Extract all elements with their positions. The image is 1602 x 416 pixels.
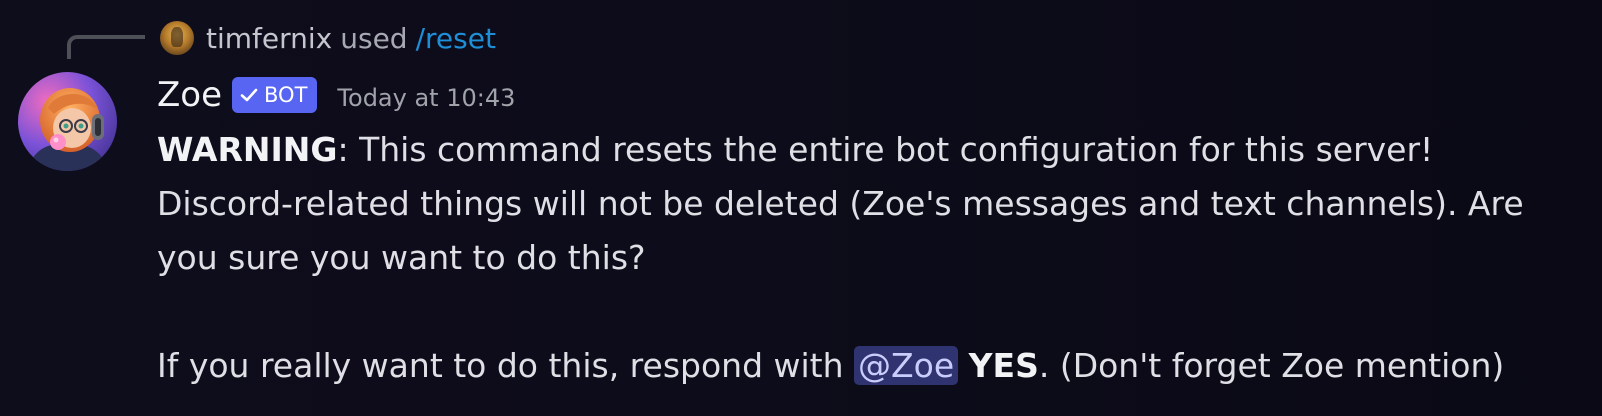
bot-tag-label: BOT [264, 83, 308, 107]
bot-username[interactable]: Zoe [157, 75, 222, 115]
command-invocation-line: timfernix used /reset [160, 14, 496, 62]
bot-tag-badge: BOT [232, 77, 318, 113]
message-content: WARNING: This command resets the entire … [157, 123, 1577, 393]
user-mention[interactable]: @Zoe [854, 346, 959, 385]
yes-keyword: YES [968, 346, 1039, 385]
warning-label: WARNING [157, 130, 338, 169]
warning-text: : This command resets the entire bot con… [157, 130, 1524, 277]
command-name-link[interactable]: /reset [416, 22, 496, 55]
invoker-username[interactable]: timfernix [206, 22, 332, 55]
warning-paragraph: WARNING: This command resets the entire … [157, 123, 1577, 285]
message-header: Zoe BOT Today at 10:43 [157, 70, 515, 120]
command-used-text: used [340, 21, 408, 55]
reply-connector [67, 35, 145, 59]
instruction-paragraph: If you really want to do this, respond w… [157, 339, 1577, 393]
bot-avatar-image [18, 72, 117, 171]
message-timestamp[interactable]: Today at 10:43 [337, 84, 515, 112]
bot-avatar[interactable] [18, 72, 117, 171]
invoker-avatar[interactable] [160, 21, 194, 55]
checkmark-icon [240, 88, 258, 102]
chat-message: timfernix used /reset Zoe BOT Today at 1… [0, 0, 1602, 416]
instruction-prefix: If you really want to do this, respond w… [157, 346, 855, 385]
instruction-suffix: . (Don't forget Zoe mention) [1038, 346, 1505, 385]
